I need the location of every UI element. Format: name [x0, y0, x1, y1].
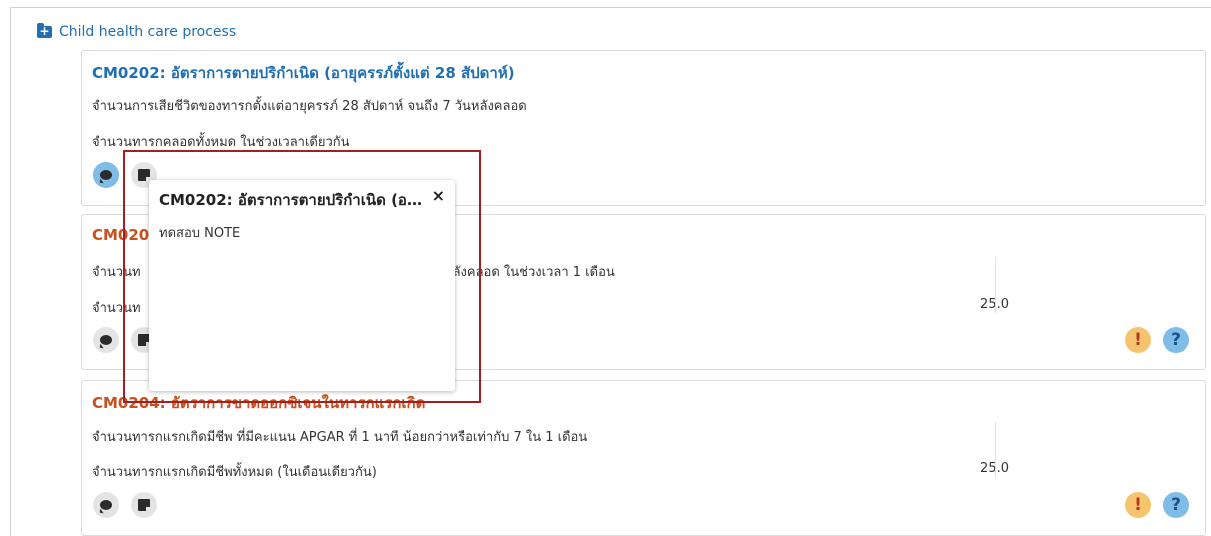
popover-note-text: ทดสอบ NOTE [159, 226, 241, 241]
comment-icon [100, 335, 112, 345]
indicator-denominator: จำนวนทารกแรกเกิดมีชีพทั้งหมด (ในเดือนเดี… [92, 465, 377, 480]
comment-button[interactable] [93, 492, 119, 518]
comment-button[interactable] [93, 162, 119, 188]
indicator-denominator: จำนวนทารกคลอดทั้งหมด ในช่วงเวลาเดียวกัน [92, 135, 350, 150]
indicator-denominator-start: จำนวนท [92, 301, 141, 316]
indicator-title[interactable]: CM0204: อัตราการขาดออกซิเจนในทารกแรกเกิด [92, 391, 425, 415]
column-divider [995, 422, 996, 478]
indicator-numerator: จำนวนการเสียชีวิตของทารกตั้งแต่อายุครรภ์… [92, 99, 527, 114]
popover-title: CM0202: อัตราการตายปริกำเนิด (อายุครรภ์ต… [159, 191, 425, 209]
section-title[interactable]: Child health care process [59, 24, 236, 40]
note-popover: CM0202: อัตราการตายปริกำเนิด (อายุครรภ์ต… [149, 180, 455, 391]
folder-plus-icon[interactable] [37, 22, 52, 39]
indicator-numerator-end: หลังคลอด ในช่วงเวลา 1 เดือน [444, 265, 615, 280]
column-divider [995, 257, 996, 313]
indicator-title[interactable]: CM020 [92, 226, 149, 244]
help-button[interactable]: ? [1163, 327, 1189, 353]
warning-button[interactable]: ! [1125, 492, 1151, 518]
help-button[interactable]: ? [1163, 492, 1189, 518]
comment-icon [100, 500, 112, 510]
comment-icon [100, 170, 112, 180]
indicator-card-cm0204: CM0204: อัตราการขาดออกซิเจนในทารกแรกเกิด… [81, 380, 1206, 536]
popover-close-button[interactable]: × [432, 186, 445, 206]
note-icon [138, 169, 150, 181]
note-icon [138, 499, 150, 511]
comment-button[interactable] [93, 327, 119, 353]
section-header[interactable]: Child health care process [37, 22, 236, 42]
warning-button[interactable]: ! [1125, 327, 1151, 353]
indicator-numerator: จำนวนทารกแรกเกิดมีชีพ ที่มีคะแนน APGAR ท… [92, 430, 588, 445]
note-button[interactable] [131, 492, 157, 518]
indicator-title[interactable]: CM0202: อัตราการตายปริกำเนิด (อายุครรภ์ต… [92, 61, 515, 85]
indicator-numerator-start: จำนวนท [92, 265, 141, 280]
